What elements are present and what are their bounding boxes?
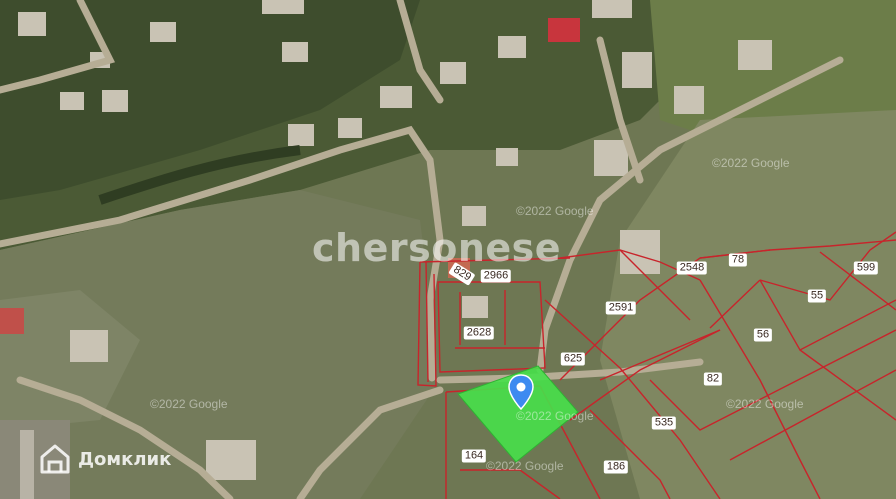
house-icon (40, 444, 70, 474)
parcel-label[interactable]: 55 (807, 289, 827, 303)
parcel-label[interactable]: 535 (651, 416, 677, 430)
google-attribution: ©2022 Google (712, 156, 790, 170)
parcel-label[interactable]: 78 (728, 253, 748, 267)
parcel-label[interactable]: 82 (703, 372, 723, 386)
parcel-label[interactable]: 625 (560, 352, 586, 366)
parcel-label[interactable]: 2548 (676, 261, 708, 275)
parcel-label[interactable]: 164 (461, 449, 487, 463)
parcel-label[interactable]: 2966 (480, 269, 512, 283)
google-attribution: ©2022 Google (486, 459, 564, 473)
chersonese-watermark: chersonese (312, 226, 562, 270)
location-pin-icon[interactable] (508, 374, 534, 410)
parcel-label[interactable]: 2628 (463, 326, 495, 340)
parcel-label[interactable]: 186 (603, 460, 629, 474)
map-view[interactable]: chersonese ©2022 Google ©2022 Google ©20… (0, 0, 896, 499)
google-attribution: ©2022 Google (150, 397, 228, 411)
parcel-label[interactable]: 599 (853, 261, 879, 275)
parcel-label[interactable]: 2591 (605, 301, 637, 315)
domclick-logo: Домклик (38, 442, 171, 476)
google-attribution: ©2022 Google (516, 204, 594, 218)
google-attribution: ©2022 Google (516, 409, 594, 423)
brand-name: Домклик (78, 448, 172, 470)
google-attribution: ©2022 Google (726, 397, 804, 411)
parcel-label[interactable]: 56 (753, 328, 773, 342)
